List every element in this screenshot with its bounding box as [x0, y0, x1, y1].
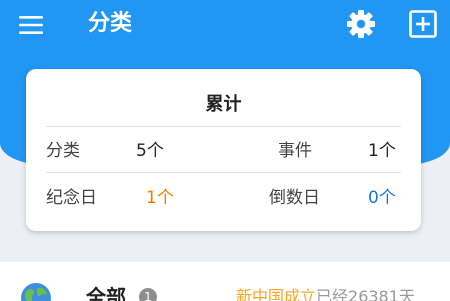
- menu-icon[interactable]: [18, 13, 44, 37]
- countdown-count-value: 0个: [368, 188, 396, 208]
- event-days: 已经26381天: [316, 287, 415, 301]
- page-title: 分类: [88, 11, 133, 36]
- divider: [46, 172, 401, 173]
- event-count-value: 1个: [368, 141, 396, 161]
- globe-icon: [20, 282, 52, 301]
- anniversary-count-value: 1个: [146, 188, 174, 208]
- category-count-value: 5个: [136, 141, 164, 161]
- count-badge: 1: [139, 288, 157, 301]
- add-box-icon[interactable]: [408, 9, 438, 39]
- app-bar: 分类: [0, 0, 450, 52]
- latest-event-text: 新中国成立已经26381天: [236, 286, 415, 301]
- event-name: 新中国成立: [236, 287, 317, 301]
- category-list: 全部 1 新中国成立已经26381天: [0, 262, 450, 301]
- anniversary-count-label: 纪念日: [46, 188, 97, 208]
- list-item-name: 全部: [86, 285, 126, 301]
- gear-icon[interactable]: [346, 9, 376, 39]
- countdown-count-label: 倒数日: [269, 188, 320, 208]
- category-count-label: 分类: [46, 141, 80, 161]
- summary-card: 累计 分类 5个 事件 1个 纪念日 1个 倒数日 0个: [26, 69, 421, 231]
- divider: [46, 126, 401, 127]
- summary-title: 累计: [205, 94, 242, 115]
- event-count-label: 事件: [278, 141, 312, 161]
